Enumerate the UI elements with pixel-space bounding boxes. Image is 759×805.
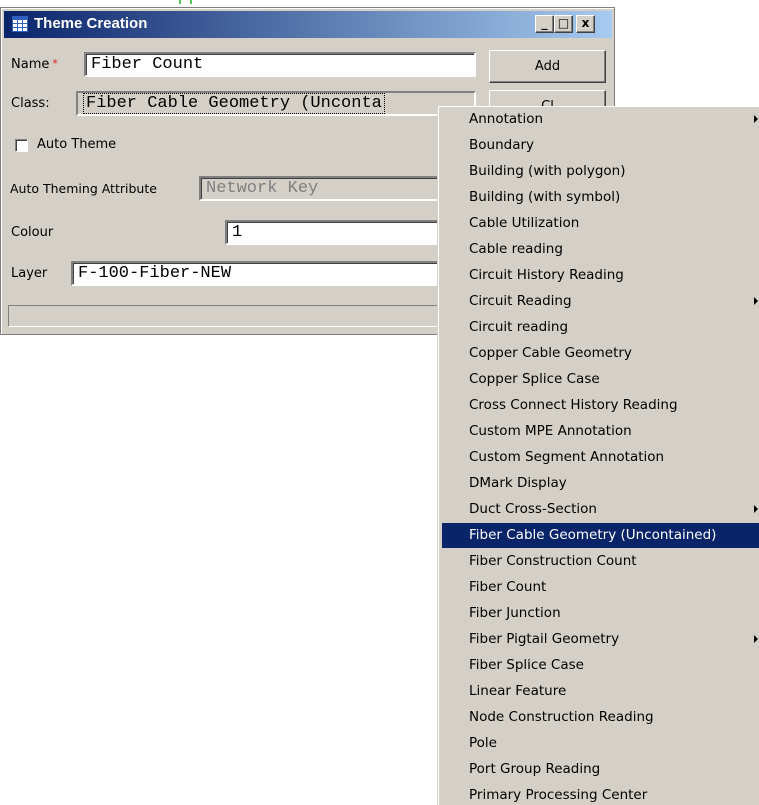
auto-theming-attribute-label: Auto Theming Attribute: [10, 181, 157, 196]
auto-theme-label: Auto Theme: [37, 137, 117, 152]
menu-item[interactable]: Custom MPE Annotation: [442, 419, 759, 444]
auto-theme-checkbox[interactable]: [15, 139, 28, 152]
menu-item[interactable]: Copper Splice Case: [442, 367, 759, 392]
menu-item[interactable]: Fiber Pigtail Geometry: [442, 627, 759, 652]
menu-item[interactable]: Primary Processing Center: [442, 783, 759, 805]
menu-item[interactable]: Fiber Count: [442, 575, 759, 600]
menu-item-label: Duct Cross-Section: [469, 501, 597, 517]
menu-item[interactable]: Linear Feature: [442, 679, 759, 704]
colour-input[interactable]: 1: [225, 220, 441, 245]
menu-item[interactable]: Cross Connect History Reading: [442, 393, 759, 418]
menu-item-label: Copper Cable Geometry: [469, 345, 632, 361]
class-label: Class:: [11, 96, 50, 111]
add-button[interactable]: Add: [489, 50, 606, 83]
menu-item-label: Annotation: [469, 111, 544, 127]
menu-item[interactable]: Fiber Splice Case: [442, 653, 759, 678]
menu-item[interactable]: Fiber Junction: [442, 601, 759, 626]
menu-item[interactable]: Pole: [442, 731, 759, 756]
menu-item-label: Primary Processing Center: [469, 787, 648, 803]
menu-item-label: Building (with polygon): [469, 163, 626, 179]
menu-item[interactable]: Copper Cable Geometry: [442, 341, 759, 366]
menu-item-label: Fiber Pigtail Geometry: [469, 631, 620, 647]
menu-item[interactable]: Annotation: [442, 107, 759, 132]
minimize-button[interactable]: _: [535, 15, 554, 33]
maximize-button[interactable]: □: [554, 15, 573, 33]
submenu-arrow-icon: [754, 297, 758, 305]
menu-item-label: Custom MPE Annotation: [469, 423, 632, 439]
menu-item-label: Copper Splice Case: [469, 371, 600, 387]
menu-item[interactable]: Circuit History Reading: [442, 263, 759, 288]
menu-item[interactable]: Cable Utilization: [442, 211, 759, 236]
menu-item[interactable]: Fiber Construction Count: [442, 549, 759, 574]
menu-item-label: Port Group Reading: [469, 761, 601, 777]
menu-item[interactable]: Building (with polygon): [442, 159, 759, 184]
window-title: Theme Creation: [34, 15, 148, 32]
menu-item[interactable]: Circuit Reading: [442, 289, 759, 314]
table-icon: [12, 16, 28, 32]
menu-item[interactable]: Port Group Reading: [442, 757, 759, 782]
menu-item-label: Circuit reading: [469, 319, 569, 335]
menu-item-label: Boundary: [469, 137, 535, 153]
submenu-arrow-icon: [754, 505, 758, 513]
menu-item-label: Node Construction Reading: [469, 709, 654, 725]
name-label-text: Name: [11, 57, 50, 72]
colour-label: Colour: [11, 225, 54, 240]
menu-item[interactable]: Circuit reading: [442, 315, 759, 340]
menu-item-label: Cable reading: [469, 241, 563, 257]
auto-theming-attribute-input[interactable]: Network Key: [199, 176, 441, 201]
submenu-arrow-icon: [754, 115, 758, 123]
menu-item-label: Fiber Splice Case: [469, 657, 584, 673]
menu-item-label: Fiber Junction: [469, 605, 561, 621]
menu-item-label: Fiber Cable Geometry (Uncontained): [469, 527, 717, 543]
menu-item-label: Fiber Count: [469, 579, 547, 595]
menu-item[interactable]: Custom Segment Annotation: [442, 445, 759, 470]
menu-item-label: Circuit History Reading: [469, 267, 624, 283]
green-marker: [179, 0, 192, 4]
layer-label: Layer: [11, 266, 48, 281]
menu-item-label: Pole: [469, 735, 497, 751]
menu-item[interactable]: Duct Cross-Section: [442, 497, 759, 522]
menu-item-label: DMark Display: [469, 475, 567, 491]
menu-item-label: Circuit Reading: [469, 293, 572, 309]
menu-item[interactable]: Building (with symbol): [442, 185, 759, 210]
menu-item[interactable]: Fiber Cable Geometry (Uncontained): [442, 523, 759, 548]
class-select[interactable]: Fiber Cable Geometry (Unconta: [76, 91, 476, 116]
menu-item-label: Fiber Construction Count: [469, 553, 637, 569]
name-input[interactable]: Fiber Count: [84, 52, 476, 77]
name-label: Name *: [11, 57, 58, 72]
menu-item[interactable]: DMark Display: [442, 471, 759, 496]
menu-item[interactable]: Boundary: [442, 133, 759, 158]
menu-item-label: Linear Feature: [469, 683, 567, 699]
close-button[interactable]: x: [576, 15, 595, 33]
menu-item-label: Cable Utilization: [469, 215, 580, 231]
required-mark: *: [52, 57, 58, 70]
title-bar[interactable]: Theme Creation _ □ x: [4, 11, 612, 38]
menu-item[interactable]: Cable reading: [442, 237, 759, 262]
submenu-arrow-icon: [754, 635, 758, 643]
class-dropdown-menu: Annotation Boundary Building (with polygon…: [438, 106, 759, 805]
menu-item-label: Building (with symbol): [469, 189, 621, 205]
menu-item-label: Custom Segment Annotation: [469, 449, 665, 465]
layer-input[interactable]: F-100-Fiber-NEW: [71, 261, 441, 286]
menu-item[interactable]: Node Construction Reading: [442, 705, 759, 730]
menu-item-label: Cross Connect History Reading: [469, 397, 678, 413]
class-select-value: Fiber Cable Geometry (Unconta: [83, 93, 385, 114]
